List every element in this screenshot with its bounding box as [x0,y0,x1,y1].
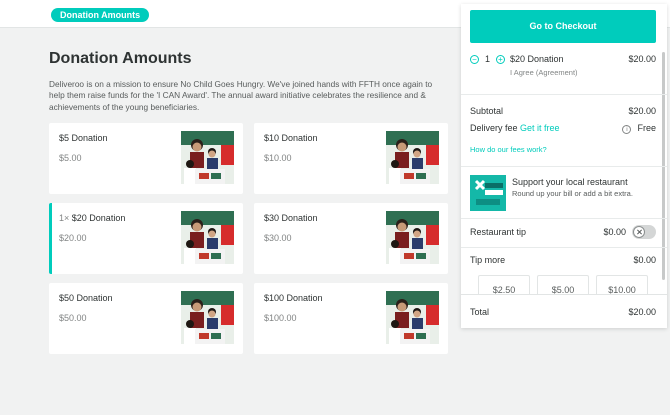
plus-icon[interactable]: + [496,55,505,64]
delivery-fee-value-group: i Free [622,123,656,134]
page-title: Donation Amounts [49,50,192,67]
restaurant-tip-row: Restaurant tip $0.00 [470,225,656,239]
divider [461,94,667,95]
card-price: $20.00 [59,233,87,243]
basket-panel: Go to Checkout − 1 + $20 Donation I Agre… [461,4,667,328]
divider [461,247,667,248]
divider [461,218,667,219]
card-qty: 1× [59,213,70,223]
minus-icon[interactable]: − [470,55,479,64]
delivery-fee-label: Delivery fee [470,123,518,133]
card-title: $100 Donation [264,293,323,303]
donation-card-20[interactable]: 1× $20 Donation $20.00 [49,203,243,274]
card-image [386,291,439,344]
divider [461,166,667,167]
tip-value: $0.00 [603,227,626,237]
total-label: Total [470,307,490,317]
donation-photo-icon [181,211,234,264]
item-price: $20.00 [628,54,656,64]
delivery-fee-row: Delivery fee Get it free i Free [470,123,656,134]
card-price: $100.00 [264,313,297,323]
card-image [386,211,439,264]
donation-card-5[interactable]: $5 Donation $5.00 [49,123,243,194]
tip-more-value: $0.00 [633,255,656,265]
basket-item: − 1 + $20 Donation I Agree (Agreement) $… [470,53,656,87]
toggle-knob-icon [633,226,645,238]
tip-label: Restaurant tip [470,227,527,237]
intro-text: Deliveroo is on a mission to ensure No C… [49,79,433,112]
card-image [181,131,234,184]
subtotal-row: Subtotal $20.00 [470,106,656,116]
checkout-button[interactable]: Go to Checkout [470,10,656,43]
card-title-text: $20 Donation [71,213,126,223]
card-image [181,211,234,264]
item-quantity: 1 [485,54,491,64]
donation-photo-icon [386,131,439,184]
card-price: $10.00 [264,153,292,163]
fees-info-link[interactable]: How do our fees work? [470,145,656,154]
subtotal-label: Subtotal [470,106,504,116]
tip-more-row: Tip more $0.00 [470,255,656,265]
get-it-free-link[interactable]: Get it free [520,123,560,133]
support-subtitle: Round up your bill or add a bit extra. [512,189,633,198]
total-value: $20.00 [628,307,656,317]
card-title: $50 Donation [59,293,113,303]
tip-toggle[interactable] [632,225,656,239]
card-title: $10 Donation [264,133,318,143]
subtotal-value: $20.00 [628,106,656,116]
card-title: 1× $20 Donation [59,213,125,223]
section-pill[interactable]: Donation Amounts [51,8,150,22]
donation-photo-icon [181,291,234,344]
restaurant-support-logo [470,175,506,211]
tip-more-label: Tip more [470,255,506,265]
card-title: $30 Donation [264,213,318,223]
donation-photo-icon [181,131,234,184]
donation-photo-icon [386,211,439,264]
item-modifier: I Agree (Agreement) [510,68,578,77]
support-title: Support your local restaurant [512,177,628,187]
card-title: $5 Donation [59,133,108,143]
support-graphic-icon [470,175,506,211]
donation-photo-icon [386,291,439,344]
delivery-fee-value: Free [637,123,656,133]
donation-card-50[interactable]: $50 Donation $50.00 [49,283,243,354]
donation-card-100[interactable]: $100 Donation $100.00 [254,283,448,354]
donation-card-30[interactable]: $30 Donation $30.00 [254,203,448,274]
info-icon[interactable]: i [622,125,632,134]
item-name: $20 Donation [510,54,564,64]
card-price: $5.00 [59,153,82,163]
card-image [181,291,234,344]
card-price: $50.00 [59,313,87,323]
total-bar: Total $20.00 [461,294,667,328]
card-image [386,131,439,184]
card-price: $30.00 [264,233,292,243]
donation-card-10[interactable]: $10 Donation $10.00 [254,123,448,194]
